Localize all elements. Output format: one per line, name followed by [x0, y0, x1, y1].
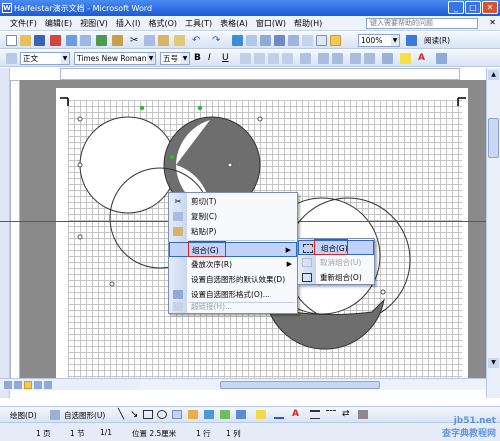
status-section: 1 节 [70, 429, 85, 438]
resize-handle[interactable] [257, 116, 263, 122]
rotation-handle[interactable] [139, 105, 145, 111]
vertical-scrollbar[interactable]: ▲ ▼ [486, 68, 500, 398]
status-position: 位置 2.5厘米 [132, 429, 177, 438]
group-submenu: 组合(G) 取消组合(U) 重新组合(O) [297, 238, 375, 285]
outline-view-icon[interactable] [34, 381, 42, 389]
circle-shape-1[interactable] [79, 116, 177, 214]
diagram-icon[interactable] [204, 410, 214, 419]
watermark-line-2: 查字典教程网 [441, 429, 496, 439]
arrow-style-icon[interactable]: ⇄ [342, 409, 350, 419]
web-view-icon[interactable] [14, 381, 22, 389]
scroll-down-icon[interactable]: ▼ [488, 358, 499, 368]
submenu-arrow-icon: ▶ [286, 260, 292, 268]
resize-handle[interactable] [77, 162, 83, 168]
menu-item-order[interactable]: 叠放次序(R) ▶ [169, 257, 297, 272]
line-icon[interactable]: ╲ [118, 409, 124, 420]
format-icon [173, 290, 183, 299]
view-buttons-bar [0, 378, 140, 390]
watermark-line-1: jb51.net [453, 416, 496, 426]
line-color-icon[interactable] [274, 410, 284, 419]
regroup-icon [302, 273, 312, 282]
hyperlink-icon [173, 302, 183, 311]
shadow-icon[interactable] [358, 410, 368, 419]
page-corner-mark [60, 97, 69, 106]
status-page: 1 页 [36, 429, 51, 438]
page-corner-mark [457, 97, 466, 106]
status-bar: 1 页 1 节 1/1 位置 2.5厘米 1 行 1 列 [0, 422, 500, 441]
line-style-icon[interactable] [310, 410, 320, 419]
resize-handle[interactable] [77, 116, 83, 122]
annotation-highlight [314, 239, 348, 255]
picture-icon[interactable] [236, 410, 246, 419]
print-view-icon[interactable] [24, 381, 32, 389]
menu-item-cut[interactable]: ✂ 剪切(T) [169, 194, 297, 209]
copy-icon [173, 212, 183, 221]
horizontal-scrollbar[interactable] [140, 378, 486, 390]
drawing-toolbar: 绘图(D) 自选图形(U) ╲ ↘ A ⇄ [0, 406, 500, 422]
status-col: 1 列 [226, 429, 241, 438]
scissors-icon: ✂ [174, 197, 182, 206]
rotation-handle[interactable] [197, 105, 203, 111]
submenu-arrow-icon: ▶ [285, 246, 291, 254]
wordart-icon[interactable] [188, 410, 198, 419]
menu-item-copy[interactable]: 复制(C) [169, 209, 297, 224]
draw-menu[interactable]: 绘图(D) [10, 410, 37, 421]
group-icon [303, 244, 313, 253]
ungroup-icon [302, 258, 312, 267]
textbox-icon[interactable] [172, 410, 182, 419]
normal-view-icon[interactable] [4, 381, 12, 389]
scroll-up-icon[interactable]: ▲ [488, 70, 499, 80]
submenu-item-ungroup[interactable]: 取消组合(U) [298, 255, 374, 270]
status-pages: 1/1 [100, 428, 113, 437]
font-color-icon[interactable]: A [292, 409, 299, 419]
arrow-icon[interactable]: ↘ [130, 409, 138, 420]
submenu-item-regroup[interactable]: 重新组合(O) [298, 270, 374, 285]
menu-item-default-effect[interactable]: 设置自选图形的默认效果(D) [169, 272, 297, 287]
clipart-icon[interactable] [220, 410, 230, 419]
select-objects-icon[interactable] [50, 410, 60, 420]
rotation-handle[interactable] [169, 154, 175, 160]
annotation-highlight [188, 241, 226, 257]
scroll-thumb[interactable] [488, 118, 499, 158]
reading-view-icon[interactable] [44, 381, 52, 389]
hscroll-thumb[interactable] [220, 381, 380, 389]
fill-color-icon[interactable] [256, 410, 266, 419]
menu-item-hyperlink[interactable]: 超链接(H)... [169, 299, 297, 314]
watermark: jb51.net 查字典教程网 [442, 416, 496, 439]
paste-icon [173, 227, 183, 236]
resize-handle[interactable] [77, 234, 83, 240]
resize-handle[interactable] [380, 289, 386, 295]
dash-style-icon[interactable] [326, 410, 336, 419]
menu-item-paste[interactable]: 粘贴(P) [169, 224, 297, 239]
oval-icon[interactable] [157, 410, 167, 419]
resize-handle[interactable] [227, 162, 233, 168]
status-line: 1 行 [196, 429, 211, 438]
autoshapes-menu[interactable]: 自选图形(U) [64, 410, 105, 421]
resize-handle[interactable] [109, 281, 115, 287]
context-menu: ✂ 剪切(T) 复制(C) 粘贴(P) 组合(G) ▶ 叠放次序(R) ▶ 设置自选图… [168, 192, 298, 314]
rectangle-icon[interactable] [143, 410, 153, 419]
